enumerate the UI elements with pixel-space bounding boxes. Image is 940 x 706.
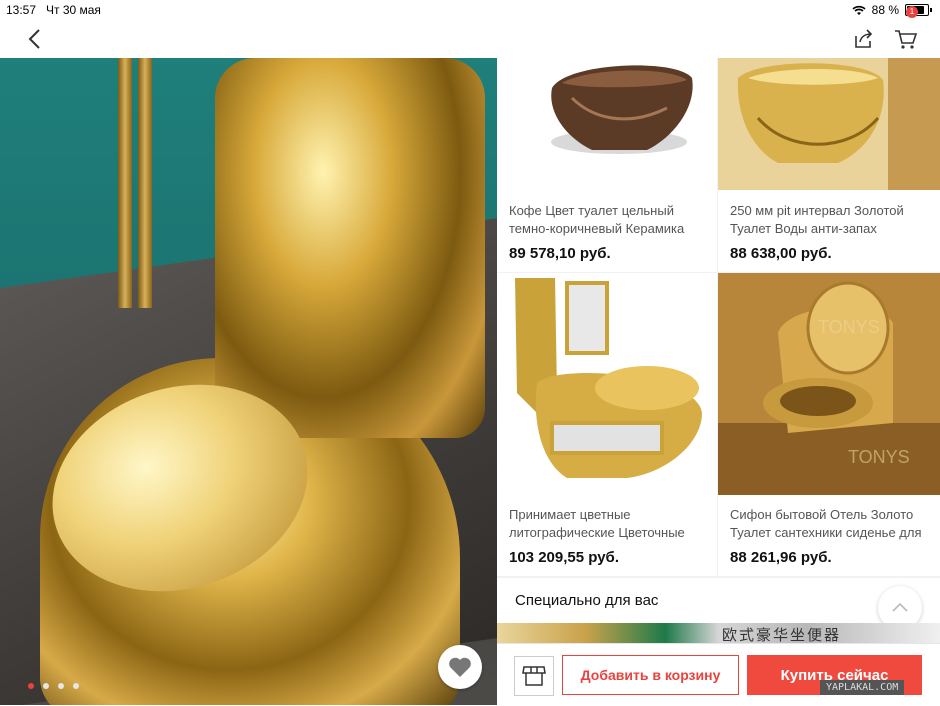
banner-text: 欧式豪华坐便器 [722, 627, 842, 644]
related-products-grid: Кофе Цвет туалет цельный темно-коричневы… [497, 58, 940, 578]
product-price: 88 638,00 руб. [730, 245, 832, 262]
watermark: YAPLAKAL.COM [820, 680, 905, 695]
product-hero-image[interactable] [0, 58, 497, 705]
product-image [497, 273, 717, 495]
gallery-dot[interactable] [73, 683, 79, 689]
gallery-dot[interactable] [58, 683, 64, 689]
wifi-icon [852, 5, 866, 15]
cart-icon[interactable] [894, 28, 918, 50]
heart-icon [449, 657, 471, 677]
svg-text:TONYS: TONYS [848, 447, 910, 467]
gallery-dot[interactable] [28, 683, 34, 689]
product-price: 103 209,55 руб. [509, 549, 619, 566]
product-title: Кофе Цвет туалет цельный темно-коричневы… [509, 203, 685, 236]
special-for-you-section: Специально для вас [497, 578, 940, 623]
product-image [497, 58, 717, 190]
product-price: 89 578,10 руб. [509, 245, 611, 262]
hero-pole [118, 58, 132, 308]
top-nav [0, 20, 940, 58]
product-title: Сифон бытовой Отель Золото Туалет сантех… [730, 507, 922, 540]
promo-banner[interactable]: 欧式豪华坐便器 [497, 623, 940, 644]
product-card[interactable]: TONYS TONYS Сифон бытовой Отель Золото Т… [718, 273, 940, 576]
svg-text:TONYS: TONYS [818, 317, 880, 337]
product-image [718, 58, 940, 190]
back-arrow-icon[interactable] [22, 26, 48, 52]
status-right: 88 % [852, 3, 932, 17]
add-to-cart-button[interactable]: Добавить в корзину [562, 655, 739, 695]
store-button[interactable] [514, 656, 554, 696]
bottom-action-bar: Добавить в корзину Купить сейчас [497, 643, 940, 706]
battery-tip [930, 8, 932, 12]
share-icon[interactable] [853, 28, 875, 50]
hero-pole [138, 58, 152, 308]
golden-toilet-tank [215, 58, 485, 438]
section-title: Специально для вас [515, 592, 659, 609]
status-bar: 13:57 Чт 30 мая 88 % [0, 0, 940, 20]
gallery-pagination [28, 683, 79, 689]
favorite-button[interactable] [438, 645, 482, 689]
cart-badge: 1 [906, 6, 918, 18]
product-title: Принимает цветные литографические Цветоч… [509, 507, 685, 540]
product-card[interactable]: 250 мм pit интервал Золотой Туалет Воды … [718, 58, 940, 272]
store-icon [522, 666, 546, 686]
gallery-dot[interactable] [43, 683, 49, 689]
product-price: 88 261,96 руб. [730, 549, 832, 566]
status-date: Чт 30 мая [46, 3, 101, 17]
product-card[interactable]: Принимает цветные литографические Цветоч… [497, 273, 717, 576]
status-time: 13:57 [6, 3, 37, 17]
product-image: TONYS TONYS [718, 273, 940, 495]
battery-percent: 88 % [871, 3, 899, 17]
product-card[interactable]: Кофе Цвет туалет цельный темно-коричневы… [497, 58, 717, 272]
product-title: 250 мм pit интервал Золотой Туалет Воды … [730, 203, 904, 236]
